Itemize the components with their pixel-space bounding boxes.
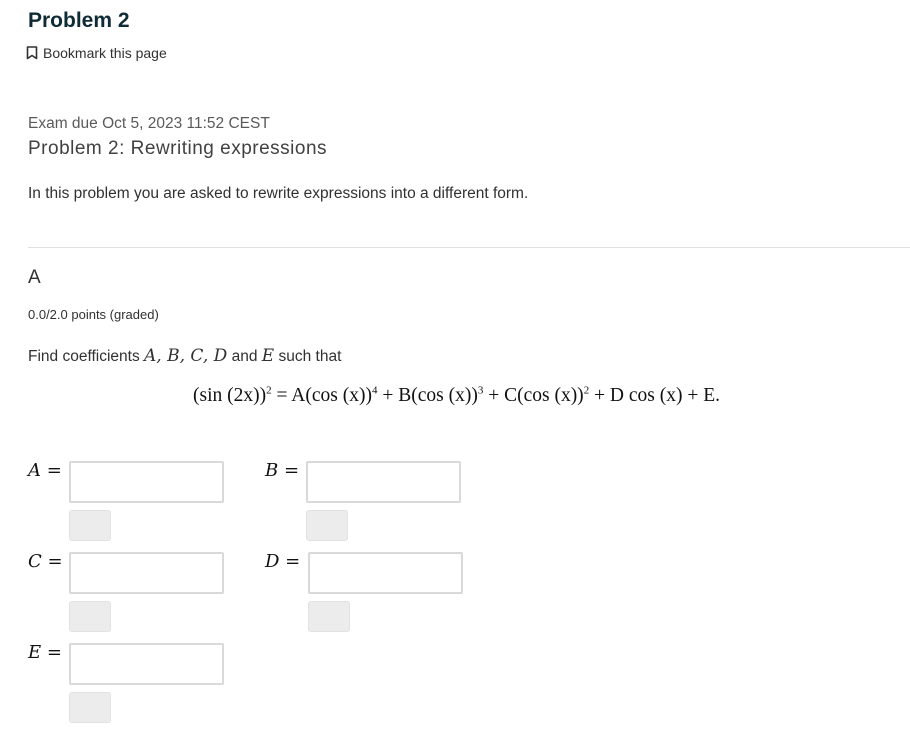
math-preview-e bbox=[69, 692, 111, 723]
problem-intro: In this problem you are asked to rewrite… bbox=[28, 185, 529, 202]
math-preview-c bbox=[69, 601, 111, 632]
exam-due-date: Exam due Oct 5, 2023 11:52 CEST bbox=[28, 115, 270, 132]
prompt-prefix: Find coefficients bbox=[28, 348, 145, 365]
equation-lhs: (sin (2x)) bbox=[193, 385, 267, 406]
answer-input-c[interactable] bbox=[69, 552, 224, 594]
bookmark-button[interactable]: Bookmark this page bbox=[26, 45, 167, 61]
equation-term-b: + B(cos (x)) bbox=[377, 385, 478, 406]
field-b-label: B = bbox=[265, 460, 300, 481]
math-preview-d bbox=[308, 601, 350, 632]
equation-term-d: + D cos (x) + E. bbox=[589, 385, 721, 406]
points-status: 0.0/2.0 points (graded) bbox=[28, 307, 159, 322]
page-title: Problem 2 bbox=[28, 9, 130, 32]
field-c-label: C = bbox=[28, 551, 63, 572]
field-d-label: D = bbox=[265, 551, 301, 572]
section-divider bbox=[28, 247, 910, 248]
section-label: A bbox=[28, 267, 41, 288]
prompt-vars: A, B, C, D bbox=[144, 346, 228, 366]
answer-input-b[interactable] bbox=[306, 461, 461, 503]
bookmark-icon bbox=[26, 46, 38, 60]
target-equation: (sin (2x))2 = A(cos (x))4 + B(cos (x))3 … bbox=[193, 385, 720, 407]
equation-term-c: + C(cos (x)) bbox=[483, 385, 584, 406]
math-preview-b bbox=[306, 510, 348, 541]
bookmark-label: Bookmark this page bbox=[43, 45, 167, 61]
prompt-and: and bbox=[227, 348, 262, 365]
problem-heading: Problem 2: Rewriting expressions bbox=[28, 138, 328, 159]
answer-input-e[interactable] bbox=[69, 643, 224, 685]
equation-equals: = bbox=[271, 385, 292, 406]
field-a-label: A = bbox=[28, 460, 62, 481]
answer-input-d[interactable] bbox=[308, 552, 463, 594]
equation-term-a: A(cos (x)) bbox=[291, 385, 372, 406]
answer-input-a[interactable] bbox=[69, 461, 224, 503]
field-e-label: E = bbox=[28, 642, 62, 663]
math-preview-a bbox=[69, 510, 111, 541]
prompt-suffix: such that bbox=[274, 348, 342, 365]
question-prompt: Find coefficients A, B, C, D and E such … bbox=[28, 346, 341, 366]
prompt-last-var: E bbox=[261, 346, 275, 366]
